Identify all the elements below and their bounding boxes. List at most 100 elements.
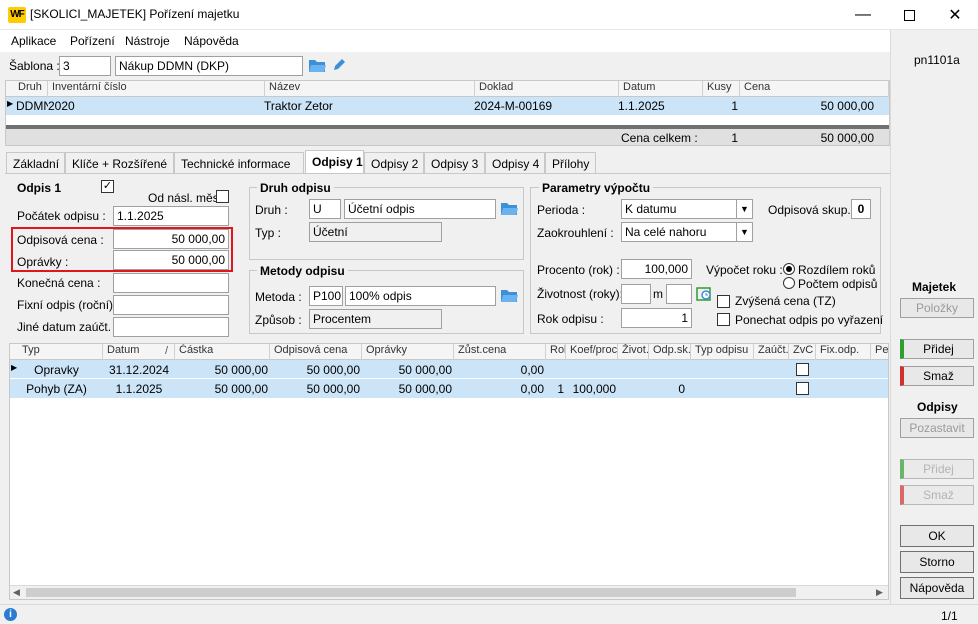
menu-porizeni[interactable]: Pořízení (70, 34, 115, 48)
parametry-title: Parametry výpočtu (539, 181, 654, 195)
pozastavit-button[interactable]: Pozastavit (900, 418, 974, 438)
jine-datum-field[interactable] (113, 317, 229, 337)
col-druh[interactable]: Druh (6, 81, 48, 97)
app-logo: WF (8, 7, 26, 23)
odpisova-cena-field[interactable]: 50 000,00 (113, 229, 229, 249)
zivotnost-field[interactable] (621, 284, 651, 304)
folder-icon[interactable] (308, 57, 327, 74)
calendar-icon[interactable] (696, 285, 712, 301)
main-table: Druh Inventární číslo Název Doklad Datum… (5, 80, 890, 146)
form-id: pn1101a (914, 53, 960, 67)
menu-nastroje[interactable]: Nástroje (125, 34, 170, 48)
storno-button[interactable]: Storno (900, 551, 974, 573)
menu-aplikace[interactable]: Aplikace (11, 34, 56, 48)
zvysena-checkbox[interactable] (717, 295, 730, 308)
radio-poctem[interactable] (783, 277, 795, 292)
ok-button[interactable]: OK (900, 525, 974, 547)
smaz-odpis-button[interactable]: Smaž (900, 485, 974, 505)
totals-row: Cena celkem : 1 50 000,00 (6, 129, 889, 145)
scroll-left-icon[interactable]: ◀ (13, 587, 20, 598)
tab-zakladni[interactable]: Základní (6, 152, 65, 174)
zivotnost-m-field[interactable] (666, 284, 692, 304)
polozky-button[interactable]: Položky (900, 298, 974, 318)
tab-prilohy[interactable]: Přílohy (545, 152, 596, 174)
grid-zvc-checkbox[interactable] (796, 363, 809, 376)
perioda-select[interactable]: K datumu ▼ (621, 199, 753, 219)
napoveda-button[interactable]: Nápověda (900, 577, 974, 599)
info-icon[interactable]: i (4, 608, 17, 621)
grid-col-zivot[interactable]: Život. (618, 344, 649, 360)
col-inv[interactable]: Inventární číslo (48, 81, 265, 97)
total-kusy: 1 (731, 131, 738, 145)
grid-col-rok[interactable]: Rok (546, 344, 566, 360)
ponechat-checkbox[interactable] (717, 313, 730, 326)
fixni-label: Fixní odpis (roční) : (17, 298, 120, 312)
skup-field[interactable]: 0 (851, 199, 871, 219)
od-nasl-checkbox[interactable] (216, 190, 229, 203)
radio-poctem-label: Počtem odpisů (798, 277, 878, 291)
grid-typ: Pohyb (ZA) (26, 382, 87, 396)
scrollbar-thumb[interactable] (26, 588, 796, 597)
grid-col-fix[interactable]: Fix.odp. (816, 344, 871, 360)
grid-col-zvc[interactable]: ZvC (789, 344, 816, 360)
fixni-field[interactable] (113, 295, 229, 315)
druh-code-field[interactable]: U (309, 199, 341, 219)
pridej-button[interactable]: Přidej (900, 339, 974, 359)
druh-folder-icon[interactable] (500, 200, 519, 217)
metoda-folder-icon[interactable] (500, 287, 519, 304)
grid-col-castka[interactable]: Částka (175, 344, 270, 360)
grid-col-per[interactable]: Per (871, 344, 888, 360)
zvysena-label: Zvýšená cena (TZ) (735, 294, 836, 308)
tab-line (5, 173, 890, 174)
grid-zvc-checkbox[interactable] (796, 382, 809, 395)
sablona-code-field[interactable]: 3 (59, 56, 111, 76)
metoda-code-field[interactable]: P100 (309, 286, 343, 306)
table-row[interactable]: Pohyb (ZA) 1.1.2025 50 000,00 50 000,00 … (10, 379, 888, 398)
grid-col-koef[interactable]: Koef/proc (566, 344, 618, 360)
pridej-odpis-button[interactable]: Přidej (900, 459, 974, 479)
horizontal-scrollbar[interactable]: ◀ ▶ (10, 585, 888, 599)
procento-field[interactable]: 100,000 (621, 259, 692, 279)
sablona-name-field[interactable]: Nákup DDMN (DKP) (115, 56, 303, 76)
col-cena[interactable]: Cena (740, 81, 889, 97)
close-button[interactable]: ✕ (932, 0, 978, 30)
edit-icon[interactable] (332, 58, 346, 72)
tab-odpisy-3[interactable]: Odpisy 3 (424, 152, 485, 174)
minimize-button[interactable]: — (840, 0, 886, 30)
grid-col-zust[interactable]: Zůst.cena (454, 344, 546, 360)
grid-col-odpsk[interactable]: Odp.sk. (649, 344, 691, 360)
col-nazev[interactable]: Název (265, 81, 475, 97)
grid-col-typ[interactable]: Typ (10, 344, 103, 360)
tab-odpisy-1[interactable]: Odpisy 1 (305, 150, 364, 174)
grid-zust: 0,00 (520, 382, 544, 396)
smaz-button[interactable]: Smaž (900, 366, 974, 386)
tab-odpisy-4[interactable]: Odpisy 4 (485, 152, 545, 174)
konecna-field[interactable] (113, 273, 229, 293)
grid-col-zauct[interactable]: Zaúčt. (754, 344, 789, 360)
odpis-enabled-checkbox[interactable]: ✓ (101, 180, 114, 193)
zaokr-select[interactable]: Na celé nahoru ▼ (621, 222, 753, 242)
metoda-name-field[interactable]: 100% odpis (345, 286, 496, 306)
opravky-field[interactable]: 50 000,00 (113, 250, 229, 270)
grid-col-opravky[interactable]: Oprávky (362, 344, 454, 360)
menu-napoveda[interactable]: Nápověda (184, 34, 239, 48)
grid-col-typodp[interactable]: Typ odpisu (691, 344, 754, 360)
tab-odpisy-2[interactable]: Odpisy 2 (364, 152, 424, 174)
col-kusy[interactable]: Kusy (703, 81, 740, 97)
maximize-button[interactable] (886, 0, 932, 30)
grid-koef: 100,000 (572, 382, 616, 396)
col-datum[interactable]: Datum (619, 81, 703, 97)
druh-name-field[interactable]: Účetní odpis (344, 199, 496, 219)
table-row[interactable]: ▶ Opravky 31.12.2024 50 000,00 50 000,00… (10, 360, 888, 379)
row-kusy: 1 (731, 99, 738, 113)
scroll-right-icon[interactable]: ▶ (876, 587, 883, 598)
radio-rozdilem[interactable] (783, 263, 795, 278)
pocatek-field[interactable]: 1.1.2025 (113, 206, 229, 226)
rok-field[interactable]: 1 (621, 308, 692, 328)
tab-klice[interactable]: Klíče + Rozšířené (65, 152, 174, 174)
grid-col-cena[interactable]: Odpisová cena (270, 344, 362, 360)
col-doklad[interactable]: Doklad (475, 81, 619, 97)
tab-technicke[interactable]: Technické informace (174, 152, 304, 174)
typ-field: Účetní (309, 222, 442, 242)
table-row[interactable]: ▶ DDMN 2020 Traktor Zetor 2024-M-00169 1… (6, 97, 889, 115)
